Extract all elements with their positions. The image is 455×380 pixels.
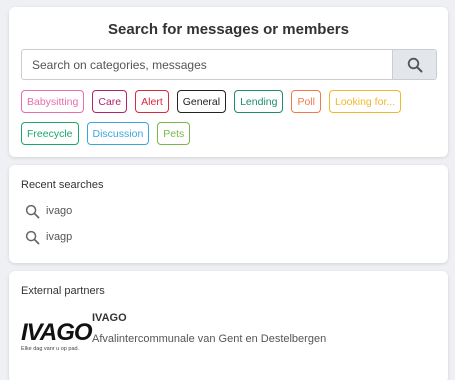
search-icon (25, 204, 40, 218)
recent-searches-label: Recent searches (21, 179, 104, 191)
recent-searches-card: Recent searches ivago ivagp (9, 165, 448, 263)
search-card: Search for messages or members Babysitti… (9, 7, 448, 157)
recent-search-item[interactable]: ivago (25, 201, 72, 221)
tag-pets[interactable]: Pets (157, 122, 191, 145)
search-icon (25, 230, 40, 244)
search-box (21, 49, 437, 80)
recent-search-text: ivagp (46, 231, 73, 243)
partner-logo-tagline: Elke dag vanr u op pad. (21, 346, 80, 352)
tag-looking-for[interactable]: Looking for... (328, 90, 402, 113)
external-partners-label: External partners (21, 285, 105, 297)
recent-search-item[interactable]: ivagp (25, 227, 72, 247)
tag-freecycle[interactable]: Freecycle (21, 122, 79, 145)
partner-item[interactable]: IVAGO Elke dag vanr u op pad. IVAGO Afva… (21, 309, 431, 373)
partner-name: IVAGO (92, 312, 127, 324)
tag-discussion[interactable]: Discussion (86, 122, 150, 145)
tag-general[interactable]: General (176, 90, 227, 113)
category-tags: Babysitting Care Alert General Lending Poll Lo… (21, 90, 441, 145)
partner-logo-text: IVAGO (21, 319, 93, 346)
tag-care[interactable]: Care (92, 90, 128, 113)
tag-alert[interactable]: Alert (135, 90, 169, 113)
tag-lending[interactable]: Lending (234, 90, 284, 113)
partner-description: Afvalintercommunale van Gent en Destelbe… (92, 333, 327, 345)
recent-search-text: ivago (46, 205, 73, 217)
external-partners-card: External partners IVAGO Elke dag vanr u … (9, 271, 448, 380)
search-icon (407, 57, 422, 72)
tag-babysitting[interactable]: Babysitting (21, 90, 85, 113)
search-button[interactable] (392, 50, 436, 79)
search-title: Search for messages or members (108, 21, 349, 38)
tag-poll[interactable]: Poll (291, 90, 321, 113)
search-input[interactable] (22, 50, 392, 79)
partner-logo: IVAGO Elke dag vanr u op pad. (21, 319, 93, 361)
